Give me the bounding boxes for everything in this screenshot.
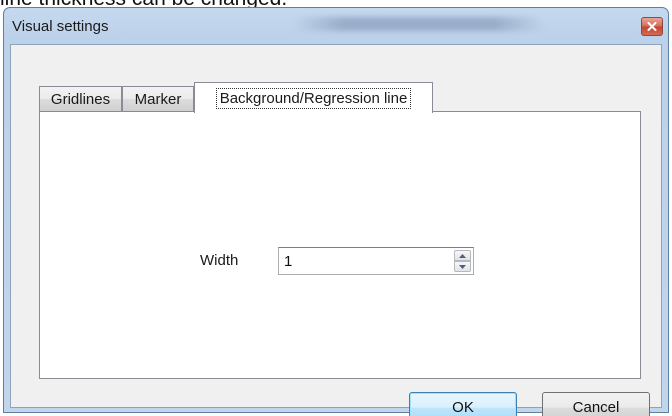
width-increment-button[interactable]	[454, 250, 471, 261]
dialog-client-area: Gridlines Marker Background/Regression l…	[10, 44, 662, 416]
width-decrement-button[interactable]	[454, 261, 471, 272]
screenshot-page: line thickness can be changed. Visual se…	[0, 0, 672, 416]
ok-button[interactable]: OK	[409, 392, 517, 416]
close-icon	[647, 22, 657, 31]
arrow-down-icon	[459, 264, 466, 269]
cancel-button[interactable]: Cancel	[542, 392, 650, 416]
blurred-title-area	[294, 17, 544, 31]
tab-gridlines-label: Gridlines	[50, 90, 111, 108]
visual-settings-dialog: Visual settings Gridlines Marker Backgro…	[3, 7, 669, 416]
tab-marker-label: Marker	[134, 90, 182, 108]
tab-gridlines[interactable]: Gridlines	[39, 86, 122, 111]
tab-marker[interactable]: Marker	[122, 86, 194, 111]
width-input[interactable]	[282, 251, 446, 271]
close-button[interactable]	[641, 17, 663, 36]
width-label: Width	[200, 252, 239, 269]
tab-panel-background-regression-line: Width	[39, 111, 641, 379]
arrow-up-icon	[459, 253, 466, 258]
window-title: Visual settings	[12, 18, 109, 35]
title-bar[interactable]: Visual settings	[4, 8, 668, 46]
width-stepper[interactable]	[278, 247, 474, 275]
width-stepper-buttons	[454, 250, 471, 272]
tab-background-regression-line-label: Background/Regression line	[215, 87, 412, 109]
tab-background-regression-line[interactable]: Background/Regression line	[194, 82, 433, 113]
